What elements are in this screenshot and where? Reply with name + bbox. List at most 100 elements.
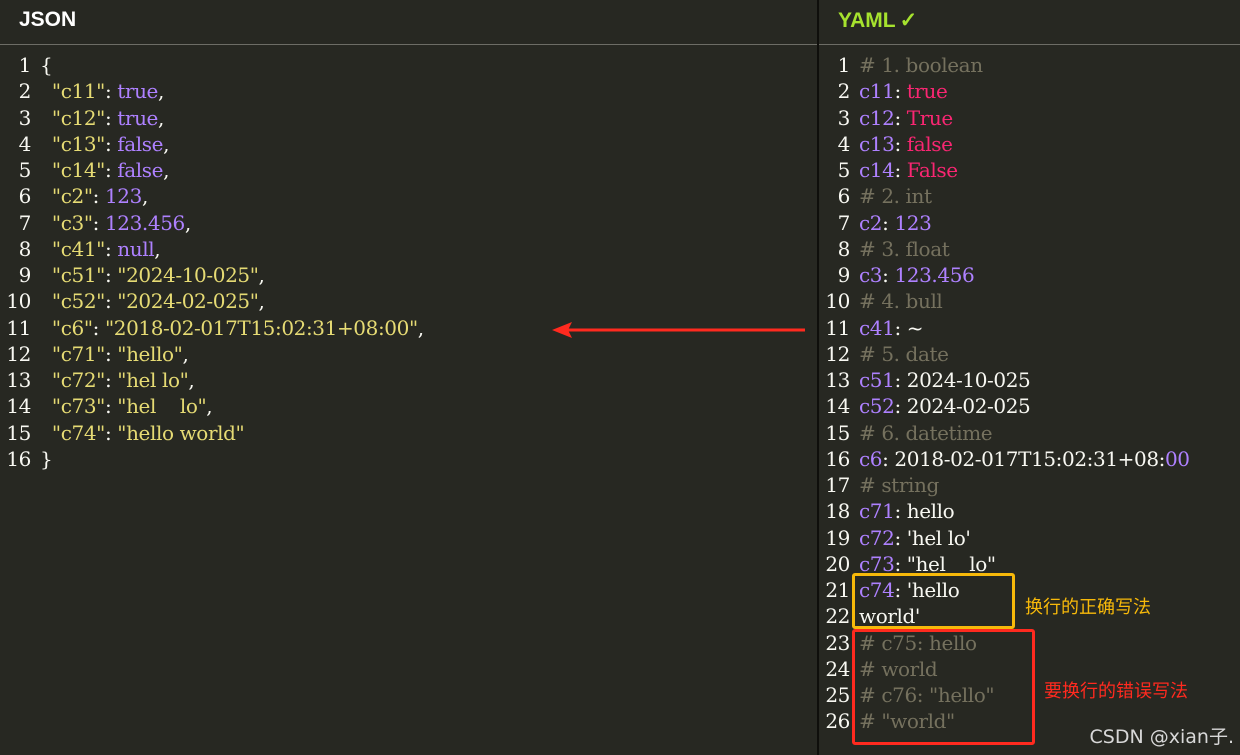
line-number: 8 (837, 236, 851, 261)
json-panel-title: JSON (19, 8, 77, 31)
json-code-editor[interactable]: 1{2 "c11": true, 3 "c12": true, 4 "c13": f… (0, 52, 817, 472)
line-number: 10 (6, 289, 31, 314)
line-number: 13 (825, 368, 850, 392)
yaml-code-line: 2 c11: true (819, 78, 1240, 104)
yaml-code-line: 7 c2: 123 (819, 210, 1240, 236)
json-code-line: 9 "c51": "2024-10-025", (0, 262, 817, 288)
json-panel: JSON 1{2 "c11": true, 3 "c12": true, 4 "c1… (0, 0, 817, 755)
line-text: # 5. date (859, 341, 949, 366)
yaml-code-line: 14 c52: 2024-02-025 (819, 393, 1240, 419)
line-text: "c6": "2018-02-017T15:02:31+08:00", (51, 315, 424, 340)
line-number: 6 (837, 184, 851, 209)
line-text: "c3": 123.456, (51, 210, 191, 235)
line-text: c6: 2018-02-017T15:02:31+08:00 (859, 446, 1190, 471)
line-number: 23 (825, 630, 850, 655)
correct-example-highlight (852, 573, 1015, 629)
line-text: # 3. float (859, 236, 950, 261)
line-text: c52: 2024-02-025 (859, 394, 1031, 419)
json-code-line: 7 "c3": 123.456, (0, 210, 817, 236)
line-text: "c13": false, (51, 131, 170, 156)
yaml-code-line: 10 # 4. bull (819, 288, 1240, 314)
line-text: "c52": "2024-02-025", (51, 289, 265, 314)
line-number: 22 (825, 604, 850, 629)
line-number: 4 (18, 131, 32, 156)
line-number: 26 (825, 709, 850, 734)
line-text: # 4. bull (859, 289, 943, 314)
line-number: 2 (837, 79, 851, 104)
line-number: 6 (18, 184, 32, 209)
json-code-line: 14 "c73": "hel lo", (0, 393, 817, 419)
json-code-line: 5 "c14": false, (0, 157, 817, 183)
json-code-line: 13 "c72": "hel lo", (0, 367, 817, 393)
yaml-code-line: 4 c13: false (819, 131, 1240, 157)
yaml-code-line: 5 c14: False (819, 157, 1240, 183)
yaml-code-line: 9 c3: 123.456 (819, 262, 1240, 288)
line-number: 9 (837, 263, 851, 287)
line-number: 13 (6, 368, 31, 392)
yaml-code-line: 12 # 5. date (819, 341, 1240, 367)
line-number: 1 (18, 53, 32, 77)
watermark: CSDN @xian子. (1089, 726, 1234, 748)
yaml-code-line: 11 c41: ~ (819, 315, 1240, 341)
line-number: 24 (825, 656, 850, 681)
correct-note-label: 换行的正确写法 (1025, 597, 1151, 618)
line-number: 16 (6, 446, 31, 471)
json-code-line: 16} (0, 446, 817, 472)
line-text: } (40, 446, 53, 471)
yaml-code-line: 3 c12: True (819, 105, 1240, 131)
line-text: "c73": "hel lo", (51, 394, 213, 419)
line-number: 10 (825, 289, 850, 314)
line-number: 3 (837, 105, 851, 130)
yaml-code-line: 8 # 3. float (819, 236, 1240, 262)
line-number: 12 (825, 341, 850, 366)
json-code-line: 10 "c52": "2024-02-025", (0, 288, 817, 314)
json-code-line: 6 "c2": 123, (0, 183, 817, 209)
line-number: 5 (837, 158, 851, 182)
line-number: 16 (825, 446, 850, 471)
line-text: # string (859, 473, 939, 497)
line-number: 15 (825, 420, 850, 445)
line-text: # 6. datetime (859, 420, 993, 445)
line-text: { (40, 53, 53, 77)
yaml-code-line: 13 c51: 2024-10-025 (819, 367, 1240, 393)
json-code-line: 12 "c71": "hello", (0, 341, 817, 367)
line-text: c14: False (859, 158, 958, 182)
line-text: "c12": true, (51, 105, 164, 130)
line-text: c13: false (859, 131, 953, 156)
line-number: 4 (837, 131, 851, 156)
line-text: # 1. boolean (859, 53, 983, 77)
line-number: 7 (837, 210, 851, 235)
line-text: c72: 'hel lo' (859, 525, 971, 550)
line-number: 20 (825, 551, 850, 576)
line-text: c3: 123.456 (859, 263, 975, 287)
line-number: 19 (825, 525, 850, 550)
line-number: 12 (6, 341, 31, 366)
check-icon: ✓ (899, 9, 918, 32)
json-code-line: 4 "c13": false, (0, 131, 817, 157)
line-number: 15 (6, 420, 31, 445)
line-text: c2: 123 (859, 210, 932, 235)
yaml-panel-header: YAML ✓ (819, 0, 1240, 45)
line-number: 9 (18, 263, 32, 287)
yaml-code-line: 1 # 1. boolean (819, 52, 1240, 78)
line-number: 21 (825, 578, 850, 602)
wrong-example-highlight (852, 629, 1035, 745)
line-number: 14 (825, 394, 850, 419)
line-text: "c72": "hel lo", (51, 368, 195, 392)
line-text: "c51": "2024-10-025", (51, 263, 265, 287)
line-number: 1 (837, 53, 851, 77)
line-text: "c11": true, (51, 79, 164, 104)
line-text: "c71": "hello", (51, 341, 189, 366)
line-text: "c14": false, (51, 158, 170, 182)
json-code-line: 15 "c74": "hello world" (0, 420, 817, 446)
line-number: 18 (825, 499, 850, 524)
line-number: 5 (18, 158, 32, 182)
yaml-code-line: 17 # string (819, 472, 1240, 498)
line-text: "c41": null, (51, 236, 161, 261)
yaml-code-line: 19 c72: 'hel lo' (819, 525, 1240, 551)
json-code-line: 8 "c41": null, (0, 236, 817, 262)
wrong-note-label: 要换行的错误写法 (1044, 681, 1188, 702)
line-text: # 2. int (859, 184, 932, 209)
json-code-line: 3 "c12": true, (0, 105, 817, 131)
line-text: c11: true (859, 79, 948, 104)
